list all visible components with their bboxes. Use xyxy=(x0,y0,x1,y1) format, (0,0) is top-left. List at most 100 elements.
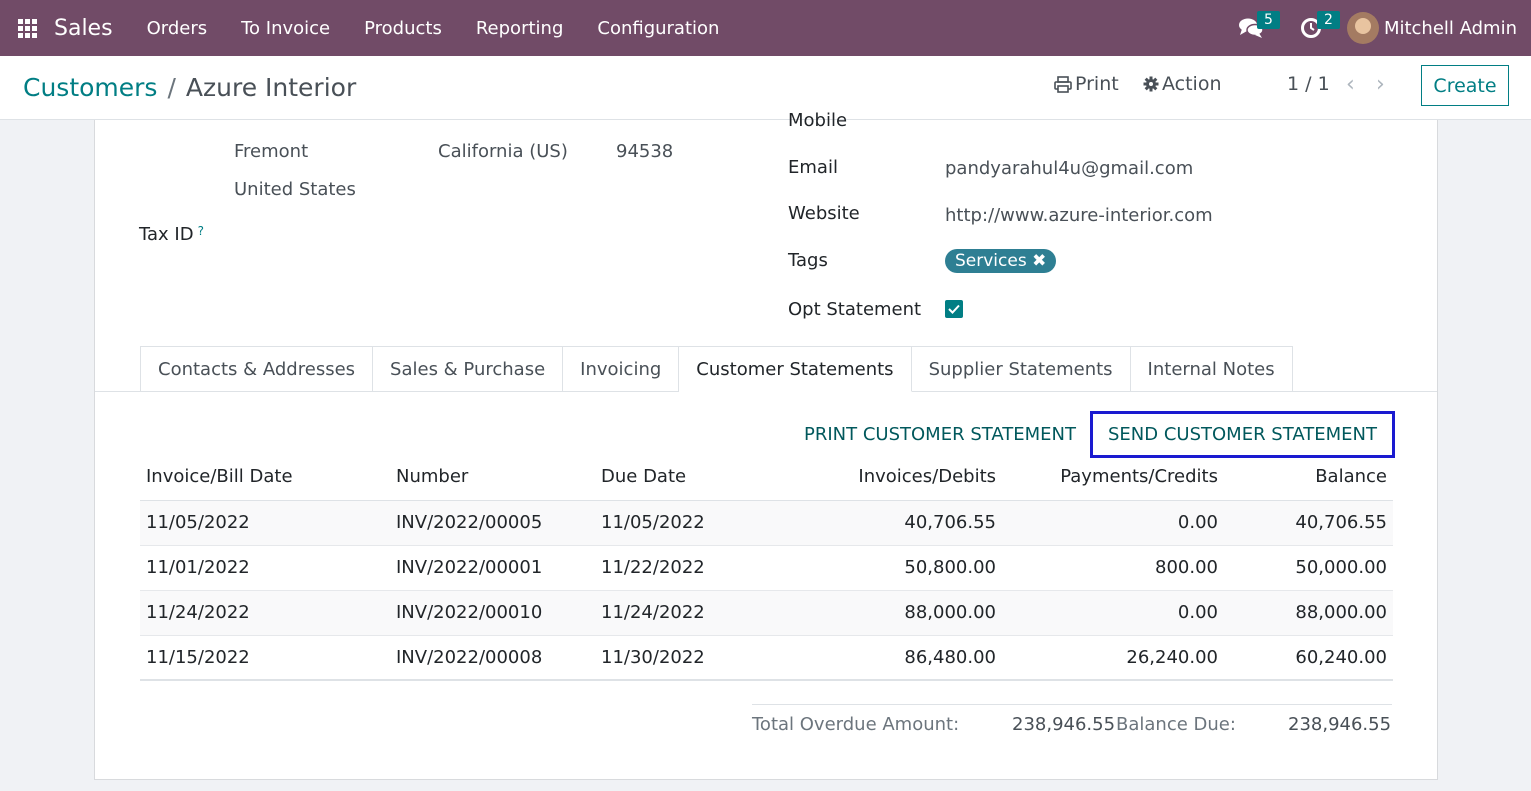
send-customer-statement-label: SEND CUSTOMER STATEMENT xyxy=(1108,424,1377,445)
invoice-date-cell: 11/15/2022 xyxy=(140,635,390,681)
credits-cell: 0.00 xyxy=(1002,500,1224,546)
close-icon[interactable]: ✖ xyxy=(1032,251,1046,271)
number-cell: INV/2022/00008 xyxy=(390,635,595,681)
activities-count-badge: 2 xyxy=(1316,11,1340,29)
table-row[interactable]: 11/24/2022 INV/2022/00010 11/24/2022 88,… xyxy=(140,590,1393,636)
tab-supplier-statements[interactable]: Supplier Statements xyxy=(911,346,1131,392)
balance-cell: 40,706.55 xyxy=(1224,500,1393,546)
action-button[interactable]: Action xyxy=(1143,73,1222,95)
messages-button[interactable]: 5 xyxy=(1221,0,1281,56)
print-customer-statement-button[interactable]: PRINT CUSTOMER STATEMENT xyxy=(804,424,1076,445)
messages-count-badge: 5 xyxy=(1256,11,1280,29)
total-overdue-value: 238,946.55 xyxy=(1012,714,1116,735)
website-label: Website xyxy=(788,203,860,224)
balance-due-value: 238,946.55 xyxy=(1288,714,1392,735)
invoice-date-cell: 11/24/2022 xyxy=(140,590,390,636)
user-name: Mitchell Admin xyxy=(1383,17,1517,39)
menu-reporting[interactable]: Reporting xyxy=(459,0,581,56)
table-row[interactable]: 11/15/2022 INV/2022/00008 11/30/2022 86,… xyxy=(140,635,1393,681)
chevron-left-icon[interactable]: ‹ xyxy=(1346,72,1355,97)
tab-sales-purchase[interactable]: Sales & Purchase xyxy=(373,346,564,392)
email-label: Email xyxy=(788,157,838,178)
debits-cell: 50,800.00 xyxy=(761,545,1002,591)
action-label: Action xyxy=(1162,73,1222,95)
apps-grid-icon[interactable] xyxy=(0,0,54,56)
due-date-cell: 11/22/2022 xyxy=(595,545,761,591)
balance-cell: 88,000.00 xyxy=(1224,590,1393,636)
city-field[interactable]: Fremont xyxy=(234,141,308,162)
tags-label: Tags xyxy=(788,250,828,271)
tab-customer-statements[interactable]: Customer Statements xyxy=(679,346,912,392)
user-menu[interactable]: Mitchell Admin xyxy=(1341,12,1531,44)
printer-icon xyxy=(1054,75,1072,93)
invoice-date-cell: 11/05/2022 xyxy=(140,500,390,546)
table-row[interactable]: 11/05/2022 INV/2022/00005 11/05/2022 40,… xyxy=(140,500,1393,546)
website-field[interactable]: http://www.azure-interior.com xyxy=(945,205,1213,226)
email-field[interactable]: pandyarahul4u@gmail.com xyxy=(945,158,1193,179)
column-header[interactable]: Due Date xyxy=(595,454,761,501)
create-button[interactable]: Create xyxy=(1421,65,1509,106)
menu-to-invoice[interactable]: To Invoice xyxy=(224,0,347,56)
due-date-cell: 11/30/2022 xyxy=(595,635,761,681)
debits-cell: 86,480.00 xyxy=(761,635,1002,681)
number-cell: INV/2022/00001 xyxy=(390,545,595,591)
state-field[interactable]: California (US) xyxy=(438,141,568,162)
credits-cell: 26,240.00 xyxy=(1002,635,1224,681)
tax-id-label: Tax ID? xyxy=(139,224,204,245)
column-header[interactable]: Payments/Credits xyxy=(1002,454,1224,501)
tab-invoicing[interactable]: Invoicing xyxy=(563,346,680,392)
table-header-row: Invoice/Bill Date Number Due Date Invoic… xyxy=(140,454,1393,501)
country-field[interactable]: United States xyxy=(234,179,356,200)
notebook-tabs: Contacts & Addresses Sales & Purchase In… xyxy=(140,346,1293,392)
opt-statement-checkbox[interactable] xyxy=(945,300,963,318)
app-name[interactable]: Sales xyxy=(54,16,113,41)
pager-value[interactable]: 1 / 1 xyxy=(1287,73,1330,95)
avatar xyxy=(1346,12,1379,44)
tab-contacts-addresses[interactable]: Contacts & Addresses xyxy=(140,346,374,392)
total-overdue-label: Total Overdue Amount: xyxy=(752,714,960,735)
activities-button[interactable]: 2 xyxy=(1281,0,1341,56)
menu-configuration[interactable]: Configuration xyxy=(580,0,736,56)
control-panel: Customers / Azure Interior Print Action … xyxy=(0,56,1531,120)
totals-divider xyxy=(752,704,1392,705)
breadcrumb: Customers / Azure Interior xyxy=(23,73,356,102)
table-row[interactable]: 11/01/2022 INV/2022/00001 11/22/2022 50,… xyxy=(140,545,1393,591)
tab-internal-notes[interactable]: Internal Notes xyxy=(1130,346,1293,392)
invoice-date-cell: 11/01/2022 xyxy=(140,545,390,591)
print-label: Print xyxy=(1075,73,1119,95)
zip-field[interactable]: 94538 xyxy=(616,141,673,162)
column-header[interactable]: Balance xyxy=(1224,454,1393,501)
form-sheet: Mobile Fremont California (US) 94538 Uni… xyxy=(94,110,1438,780)
top-navbar: Sales Orders To Invoice Products Reporti… xyxy=(0,0,1531,56)
breadcrumb-current: Azure Interior xyxy=(185,73,357,102)
due-date-cell: 11/05/2022 xyxy=(595,500,761,546)
number-cell: INV/2022/00005 xyxy=(390,500,595,546)
breadcrumb-customers[interactable]: Customers xyxy=(23,73,157,102)
statement-table: Invoice/Bill Date Number Due Date Invoic… xyxy=(140,454,1393,681)
help-icon[interactable]: ? xyxy=(198,224,204,238)
column-header[interactable]: Number xyxy=(390,454,595,501)
debits-cell: 88,000.00 xyxy=(761,590,1002,636)
debits-cell: 40,706.55 xyxy=(761,500,1002,546)
balance-cell: 50,000.00 xyxy=(1224,545,1393,591)
send-customer-statement-button[interactable]: SEND CUSTOMER STATEMENT xyxy=(1090,411,1395,458)
chevron-right-icon[interactable]: › xyxy=(1376,72,1385,97)
credits-cell: 0.00 xyxy=(1002,590,1224,636)
menu-products[interactable]: Products xyxy=(347,0,459,56)
checkmark-icon xyxy=(948,304,960,314)
column-header[interactable]: Invoices/Debits xyxy=(761,454,1002,501)
print-button[interactable]: Print xyxy=(1054,73,1119,95)
balance-due-label: Balance Due: xyxy=(1116,714,1236,735)
balance-cell: 60,240.00 xyxy=(1224,635,1393,681)
gear-icon xyxy=(1143,76,1159,92)
number-cell: INV/2022/00010 xyxy=(390,590,595,636)
mobile-label: Mobile xyxy=(788,110,848,131)
tag-services-label: Services xyxy=(955,251,1027,271)
due-date-cell: 11/24/2022 xyxy=(595,590,761,636)
opt-statement-label: Opt Statement xyxy=(788,299,922,320)
column-header[interactable]: Invoice/Bill Date xyxy=(140,454,390,501)
breadcrumb-separator: / xyxy=(167,73,176,102)
menu-orders[interactable]: Orders xyxy=(130,0,225,56)
tag-services[interactable]: Services ✖ xyxy=(945,249,1057,273)
credits-cell: 800.00 xyxy=(1002,545,1224,591)
